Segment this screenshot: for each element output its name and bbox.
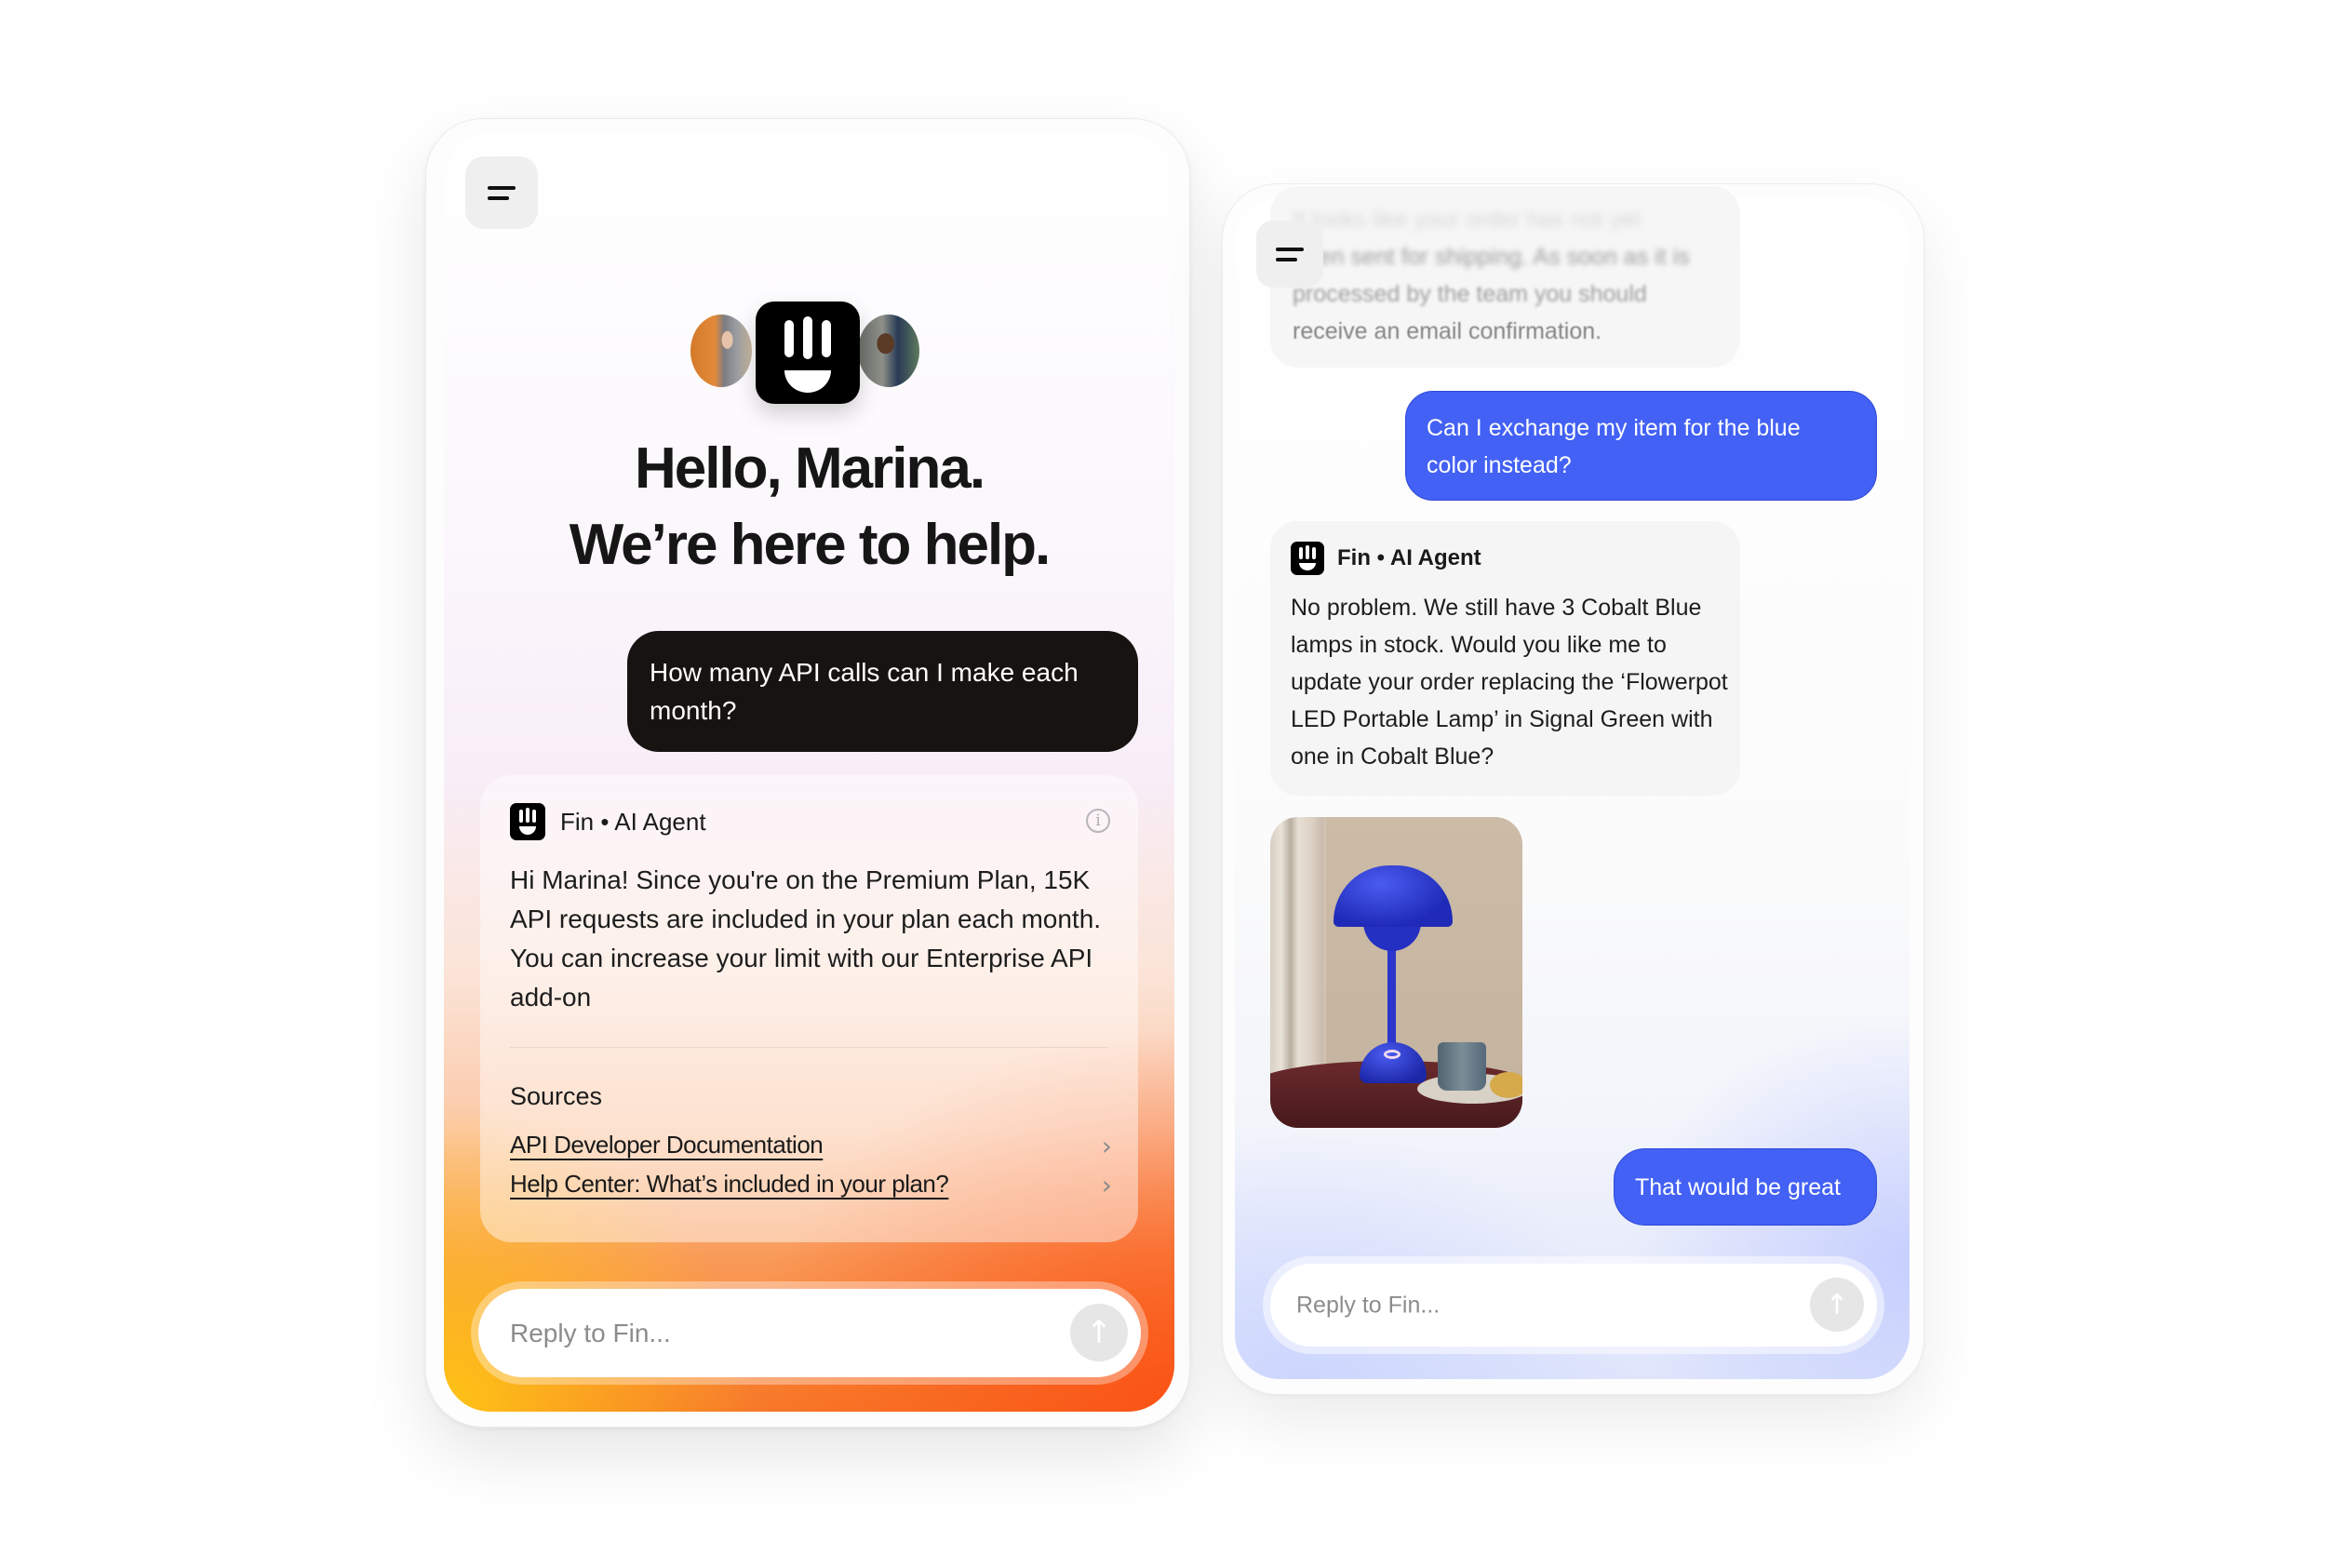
user-message-bubble: That would be great [1614, 1148, 1877, 1226]
agent-name: Fin [1337, 545, 1371, 570]
agent-message-bubble: Fin • AI Agent No problem. We still have… [1270, 521, 1740, 796]
agent-avatar-woman [690, 315, 752, 387]
send-button[interactable]: ↑ [1070, 1304, 1128, 1361]
sources-heading: Sources [510, 1082, 603, 1110]
info-icon[interactable]: i [1086, 809, 1110, 833]
agent-role: AI Agent [614, 807, 706, 836]
agent-message-text: Hi Marina! Since you're on the Premium P… [510, 865, 1102, 1012]
divider [510, 1047, 1108, 1048]
source-link-label[interactable]: Help Center: What’s included in your pla… [510, 1170, 949, 1200]
agent-header: Fin • AI Agent [1291, 542, 1481, 575]
previous-message-line: processed by the team you should [1293, 281, 1647, 307]
menu-icon [488, 186, 516, 200]
previous-message-line: receive an email confirmation. [1293, 318, 1602, 344]
source-link-help-center[interactable]: Help Center: What’s included in your pla… [510, 1170, 1112, 1200]
agent-header: Fin • AI Agent [510, 803, 706, 840]
menu-button[interactable] [465, 156, 538, 229]
agent-avatar-man [858, 315, 919, 387]
greeting-heading-line1: Hello, Marina. [634, 436, 985, 501]
previous-message-line: It looks like your order has not yet [1293, 207, 1641, 233]
arrow-up-icon: ↑ [1085, 1314, 1113, 1351]
reply-input[interactable]: Reply to Fin... ↑ [1270, 1264, 1877, 1347]
reply-input-placeholder: Reply to Fin... [1296, 1292, 1441, 1318]
previous-agent-message: It looks like your order has not yet bee… [1270, 186, 1740, 368]
product-image[interactable] [1270, 817, 1522, 1128]
fin-logo-icon [1291, 542, 1324, 575]
source-link-label[interactable]: API Developer Documentation [510, 1131, 824, 1161]
reply-input[interactable]: Reply to Fin... ↑ [478, 1289, 1141, 1377]
fin-logo-icon [510, 803, 545, 840]
previous-message-line: been sent for shipping. As soon as it is [1293, 244, 1690, 270]
user-message-bubble: How many API calls can I make each month… [627, 631, 1138, 752]
user-message-bubble: Can I exchange my item for the blue colo… [1405, 391, 1877, 501]
arrow-up-icon: ↑ [1825, 1288, 1849, 1321]
agent-role: AI Agent [1389, 545, 1481, 570]
agent-separator: • [1376, 545, 1386, 570]
chevron-right-icon: › [1101, 1131, 1112, 1161]
source-link-api-docs[interactable]: API Developer Documentation › [510, 1131, 1112, 1161]
menu-icon [1276, 248, 1304, 261]
fin-logo-icon [756, 302, 860, 404]
reply-input-placeholder: Reply to Fin... [510, 1318, 671, 1347]
menu-button[interactable] [1256, 221, 1323, 288]
agent-message-text: No problem. We still have 3 Cobalt Blue … [1291, 595, 1728, 770]
agent-answer-card: Fin • AI Agent i Hi Marina! Since you're… [480, 775, 1138, 1242]
send-button[interactable]: ↑ [1810, 1278, 1864, 1332]
agent-name: Fin [560, 807, 595, 836]
greeting-heading-line2: We’re here to help. [569, 513, 1052, 577]
agent-separator: • [600, 807, 610, 836]
chevron-right-icon: › [1101, 1170, 1112, 1200]
